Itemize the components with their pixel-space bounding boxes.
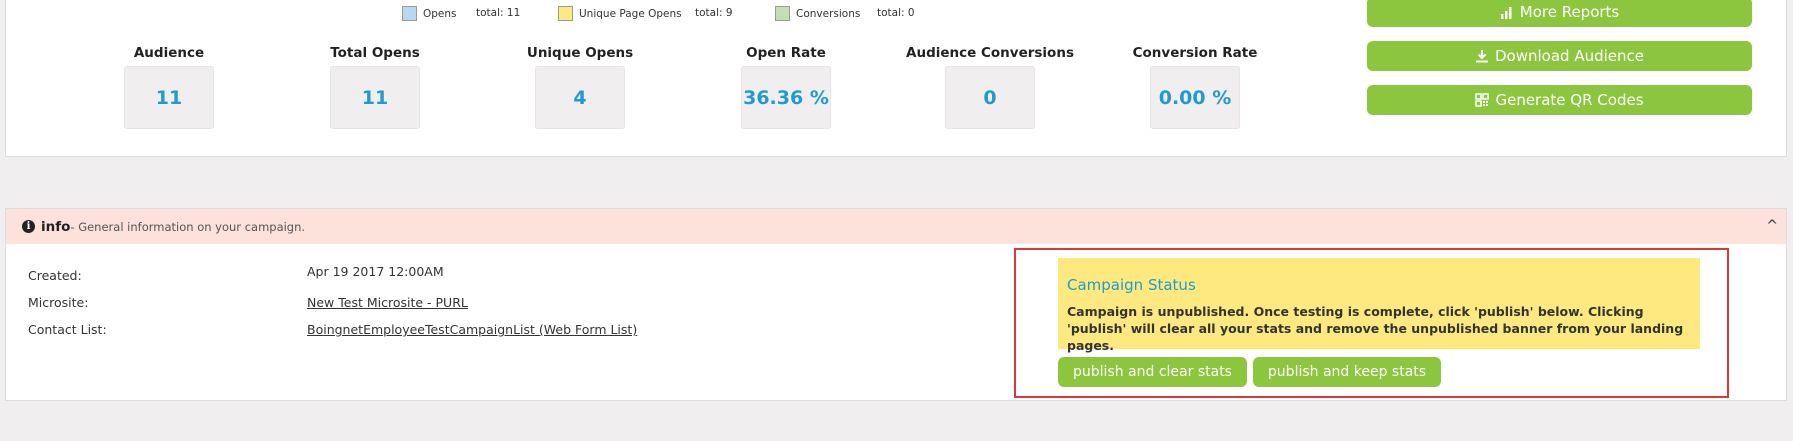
info-subtitle: - General information on your campaign. [70,219,306,234]
stat-unique-opens: Unique Opens 4 [480,44,680,129]
legend-label: Unique Page Opens [579,7,682,20]
stat-total-opens: Total Opens 11 [275,44,475,129]
generate-qr-codes-label: Generate QR Codes [1495,91,1644,109]
legend-item-unique-page-opens: Unique Page Opens [558,6,682,21]
stat-open-rate: Open Rate 36.36 % [686,44,886,129]
legend-swatch-opens [402,6,417,21]
microsite-label: Microsite: [28,295,89,310]
info-header[interactable]: i info - General information on your cam… [6,209,1786,244]
bar-chart-icon [1500,7,1512,19]
publish-and-clear-stats-button[interactable]: publish and clear stats [1058,357,1247,387]
contact-list-link[interactable]: BoingnetEmployeeTestCampaignList (Web Fo… [307,322,637,337]
campaign-stats-panel: Opens total: 11 Unique Page Opens total:… [5,0,1787,157]
stat-value: 11 [330,66,420,129]
stat-label: Audience [133,45,205,61]
legend-total-opens: total: 11 [476,7,521,19]
download-icon [1476,50,1488,63]
microsite-link[interactable]: New Test Microsite - PURL [307,295,468,310]
stat-label: Conversion Rate [1132,45,1258,61]
contact-list-label: Contact List: [28,322,107,337]
legend-total-unique-page-opens: total: 9 [695,7,733,19]
stat-value: 0 [945,66,1035,129]
stat-label: Audience Conversions [906,45,1074,61]
generate-qr-codes-button[interactable]: Generate QR Codes [1367,85,1752,115]
legend-label: Opens [423,7,457,20]
stat-label: Unique Opens [526,45,634,61]
publish-and-keep-stats-button[interactable]: publish and keep stats [1253,357,1441,387]
legend-swatch-conversions [775,6,790,21]
legend-swatch-unique-page-opens [558,6,573,21]
stat-audience: Audience 11 [69,44,269,129]
info-icon: i [22,220,35,233]
campaign-status-message: Campaign is unpublished. Once testing is… [1067,304,1684,353]
stat-value: 4 [535,66,625,129]
stat-label: Total Opens [330,45,420,61]
legend-total-conversions: total: 0 [877,7,915,19]
legend-item-opens: Opens [402,6,457,21]
download-audience-label: Download Audience [1495,47,1644,65]
stat-value: 11 [124,66,214,129]
campaign-status-title: Campaign Status [1067,276,1196,294]
campaign-status-card: Campaign Status Campaign is unpublished.… [1058,258,1700,353]
created-label: Created: [28,268,82,283]
legend-item-conversions: Conversions [775,6,860,21]
collapse-caret-icon[interactable]: ^ [1766,218,1778,234]
stat-label: Open Rate [746,45,826,61]
created-value: Apr 19 2017 12:00AM [307,264,444,279]
qr-code-icon [1475,93,1490,107]
more-reports-button[interactable]: More Reports [1367,0,1752,27]
legend-label: Conversions [796,7,861,20]
stat-value: 36.36 % [741,66,831,129]
info-title: info [41,218,71,235]
stat-conversion-rate: Conversion Rate 0.00 % [1095,44,1295,129]
stat-value: 0.00 % [1150,66,1240,129]
download-audience-button[interactable]: Download Audience [1367,41,1752,71]
stat-audience-conversions: Audience Conversions 0 [890,44,1090,129]
more-reports-label: More Reports [1519,3,1620,21]
